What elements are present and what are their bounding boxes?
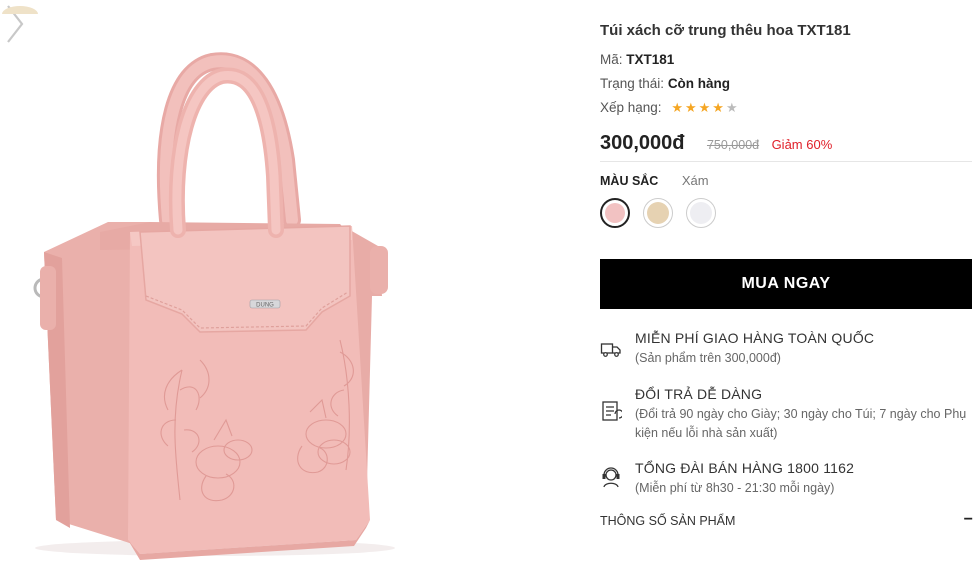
swatch-fill [605,203,625,223]
color-row: MÀU SẮC Xám [600,173,709,188]
star-icon[interactable]: ★ [671,100,685,115]
product-image-gallery: DUNG [0,0,560,563]
collapse-minus-icon[interactable]: − [964,511,973,529]
swatch-fill [690,202,712,224]
return-document-icon [602,401,622,421]
discount-label: Giảm 60% [771,137,833,152]
color-label: MÀU SẮC [600,174,659,188]
benefit-title: TỔNG ĐÀI BÁN HÀNG 1800 1162 [635,460,855,476]
benefit-desc: (Miễn phí từ 8h30 - 21:30 mỗi ngày) [635,481,835,495]
star-icon[interactable]: ★ [712,100,726,115]
original-price: 750,000đ [706,138,760,152]
product-code-value: TXT181 [626,52,675,67]
bag-logo-text: DUNG [256,303,274,309]
buy-now-button[interactable]: MUA NGAY [600,259,972,309]
color-swatch-beige[interactable] [643,198,673,228]
benefit-title: MIỄN PHÍ GIAO HÀNG TOÀN QUỐC [635,330,875,346]
benefit-title: ĐỔI TRẢ DỄ DÀNG [635,386,763,402]
divider [600,161,972,162]
color-swatches [600,198,716,228]
specs-label: THÔNG SỐ SẢN PHẨM [600,514,736,528]
product-specs-toggle[interactable]: THÔNG SỐ SẢN PHẨM − [600,511,977,529]
stock-status-label: Trạng thái: [600,76,665,91]
hotline-operator-icon [602,467,620,488]
product-info-panel: Túi xách cỡ trung thêu hoa TXT181 Mã: TX… [600,0,977,563]
stock-status-value: Còn hàng [667,76,731,91]
benefit-desc: (Đổi trả 90 ngày cho Giày; 30 ngày cho T… [635,407,967,440]
color-swatch-pink[interactable] [600,198,630,228]
product-title: Túi xách cỡ trung thêu hoa TXT181 [600,22,851,39]
stock-status-row: Trạng thái: Còn hàng [600,76,730,91]
selected-color-name: Xám [681,173,709,188]
product-image-handbag: DUNG [33,52,395,560]
star-icon[interactable]: ★ [726,100,740,115]
rating-label: Xếp hạng: [600,100,662,115]
product-code-label: Mã: [600,52,623,67]
current-price: 300,000đ [600,132,685,154]
rating-row: Xếp hạng: ★★★★★ [600,100,740,116]
color-swatch-white[interactable] [686,198,716,228]
product-code-row: Mã: TXT181 [600,52,674,67]
price-row: 300,000đ 750,000đ Giảm 60% [600,132,832,155]
delivery-truck-icon [600,343,621,357]
thumbnail-peek [2,6,38,14]
rating-stars[interactable]: ★★★★★ [671,100,739,116]
star-icon[interactable]: ★ [685,100,699,115]
benefit-desc: (Sản phẩm trên 300,000đ) [635,351,781,365]
swatch-fill [647,202,669,224]
star-icon[interactable]: ★ [699,100,713,115]
